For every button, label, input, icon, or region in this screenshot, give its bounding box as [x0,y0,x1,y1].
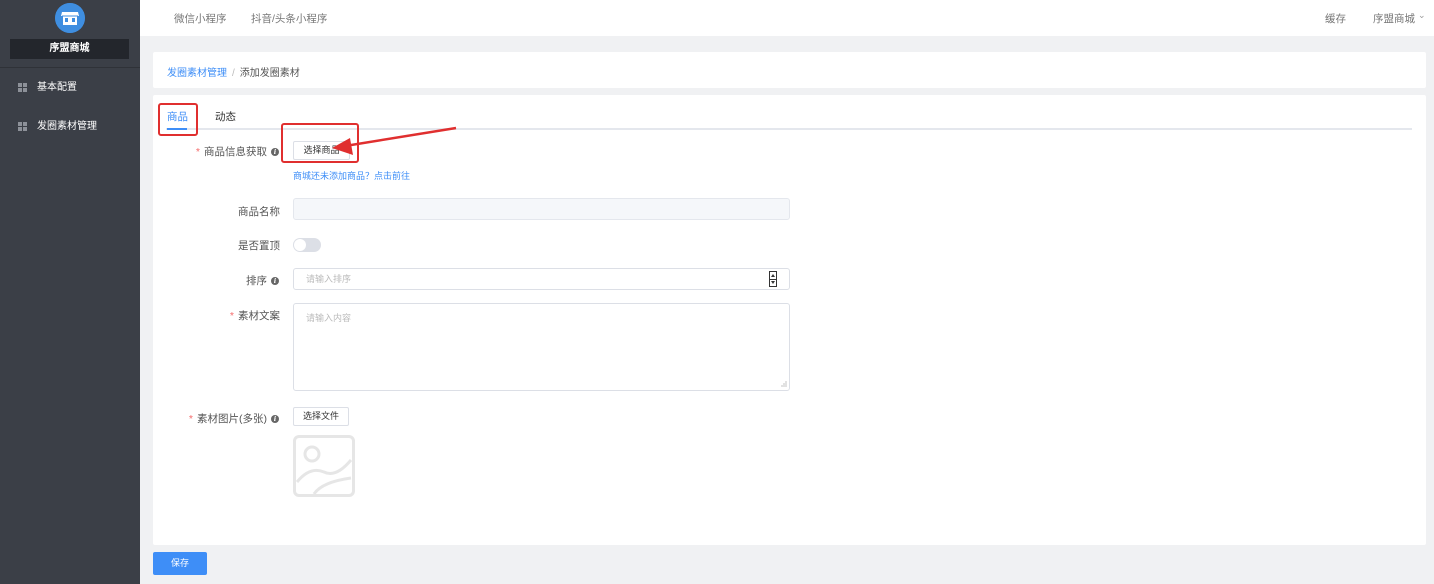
annotation-arrow [332,126,457,155]
save-button[interactable]: 保存 [153,552,207,575]
